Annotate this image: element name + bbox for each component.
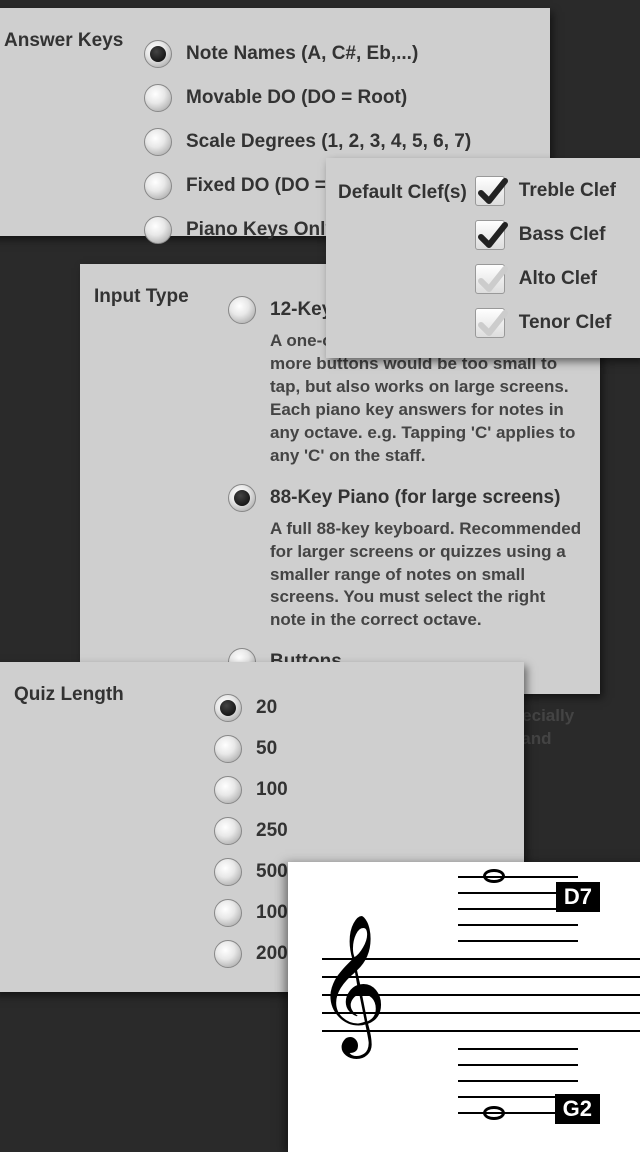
radio-button[interactable] (214, 817, 242, 845)
default-clefs-panel: Default Clef(s) Treble Clef Bass Clef Al… (326, 158, 640, 358)
whole-note-icon (483, 869, 505, 883)
checkbox[interactable] (475, 308, 505, 338)
quiz-length-option[interactable]: 20 (214, 694, 506, 722)
checkbox-label: Alto Clef (519, 268, 597, 290)
note-label-top: D7 (556, 882, 600, 912)
checkmark-icon (475, 175, 509, 209)
quiz-length-option[interactable]: 250 (214, 817, 506, 845)
clef-option[interactable]: Alto Clef (475, 264, 616, 294)
radio-button[interactable] (214, 694, 242, 722)
note-label-bottom: G2 (555, 1094, 600, 1124)
checkbox-label: Bass Clef (519, 224, 606, 246)
checkbox[interactable] (475, 176, 505, 206)
radio-label: Movable DO (DO = Root) (186, 84, 407, 112)
checkbox-label: Treble Clef (519, 180, 616, 202)
radio-button[interactable] (228, 296, 256, 324)
answer-keys-title: Answer Keys (4, 30, 123, 52)
input-type-option[interactable]: 88-Key Piano (for large screens) (228, 484, 582, 512)
answer-key-option[interactable]: Note Names (A, C#, Eb,...) (144, 40, 532, 68)
input-type-desc: A full 88-key keyboard. Recommended for … (270, 518, 582, 633)
radio-button[interactable] (144, 172, 172, 200)
default-clefs-title: Default Clef(s) (338, 182, 467, 204)
radio-label: Fixed DO (DO = C (186, 172, 345, 200)
clef-option[interactable]: Bass Clef (475, 220, 616, 250)
quiz-length-option[interactable]: 100 (214, 776, 506, 804)
checkmark-icon (475, 307, 509, 341)
radio-button[interactable] (144, 84, 172, 112)
radio-button[interactable] (214, 858, 242, 886)
radio-label: Note Names (A, C#, Eb,...) (186, 40, 418, 68)
checkmark-icon (475, 219, 509, 253)
radio-button[interactable] (144, 216, 172, 244)
whole-note-icon (483, 1106, 505, 1120)
checkbox[interactable] (475, 220, 505, 250)
radio-label: 250 (256, 817, 288, 845)
radio-button[interactable] (214, 899, 242, 927)
radio-label: 88-Key Piano (for large screens) (270, 484, 560, 512)
default-clefs-options: Treble Clef Bass Clef Alto Clef Tenor Cl… (475, 176, 616, 352)
radio-button[interactable] (214, 776, 242, 804)
radio-button[interactable] (214, 735, 242, 763)
radio-button[interactable] (144, 40, 172, 68)
checkbox-label: Tenor Clef (519, 312, 612, 334)
radio-label: 20 (256, 694, 277, 722)
quiz-length-title: Quiz Length (14, 684, 124, 706)
treble-clef-icon: 𝄞 (316, 924, 387, 1044)
radio-label: 100 (256, 776, 288, 804)
radio-button[interactable] (144, 128, 172, 156)
clef-option[interactable]: Tenor Clef (475, 308, 616, 338)
staff-preview-panel: D7 𝄞 G2 (288, 862, 640, 1152)
radio-label: 500 (256, 858, 288, 886)
radio-label: Scale Degrees (1, 2, 3, 4, 5, 6, 7) (186, 128, 471, 156)
checkmark-icon (475, 263, 509, 297)
radio-label: Piano Keys Only (186, 216, 336, 244)
input-type-title: Input Type (94, 286, 189, 308)
radio-button[interactable] (214, 940, 242, 968)
radio-button[interactable] (228, 484, 256, 512)
clef-option[interactable]: Treble Clef (475, 176, 616, 206)
radio-label: 50 (256, 735, 277, 763)
checkbox[interactable] (475, 264, 505, 294)
answer-key-option[interactable]: Movable DO (DO = Root) (144, 84, 532, 112)
quiz-length-option[interactable]: 50 (214, 735, 506, 763)
answer-key-option[interactable]: Scale Degrees (1, 2, 3, 4, 5, 6, 7) (144, 128, 532, 156)
